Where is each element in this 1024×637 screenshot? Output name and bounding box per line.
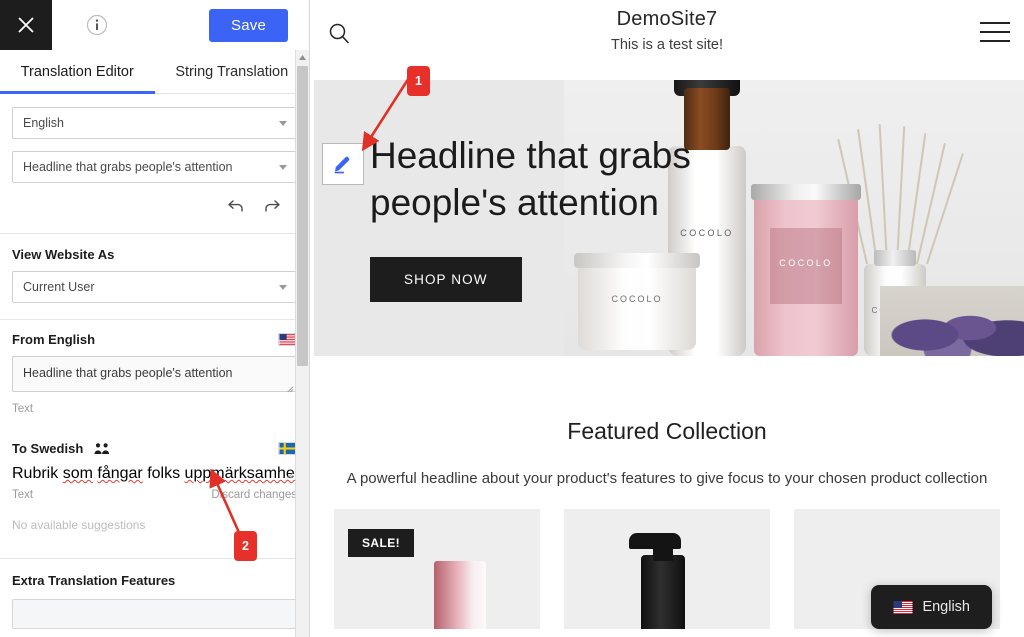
site-branding: DemoSite7 This is a test site! xyxy=(310,0,1024,53)
discard-changes-button[interactable]: Discard changes xyxy=(211,489,297,501)
shop-now-button[interactable]: SHOP NOW xyxy=(370,256,522,302)
panel-tabs: Translation Editor String Translation xyxy=(0,50,309,94)
source-type-label: Text xyxy=(12,403,34,415)
scrollbar-thumb[interactable] xyxy=(297,66,308,366)
featured-subtitle: A powerful headline about your product's… xyxy=(346,470,988,487)
people-icon xyxy=(94,442,110,454)
translation-panel: Save Translation Editor String Translati… xyxy=(0,0,310,637)
product-card[interactable]: SALE! xyxy=(334,509,540,629)
view-website-as-value: Current User xyxy=(23,280,95,294)
source-language-section: From English Headline that grabs people'… xyxy=(0,320,309,427)
us-flag-icon xyxy=(893,600,913,614)
target-text-input[interactable]: Rubrik som fångar folks uppmärksamhet xyxy=(12,465,300,483)
featured-title: Featured Collection xyxy=(567,418,767,444)
target-word-misspelled: som xyxy=(62,465,93,482)
search-icon[interactable] xyxy=(328,22,350,49)
panel-scrollbar[interactable] xyxy=(295,50,309,637)
target-language-section: To Swedish Rubrik som fångar folks uppmä… xyxy=(0,427,309,558)
extra-features-title: Extra Translation Features xyxy=(12,573,176,588)
site-title: DemoSite7 xyxy=(616,8,718,30)
site-header: DemoSite7 This is a test site! xyxy=(310,0,1024,72)
language-select[interactable]: English xyxy=(12,107,297,139)
target-word-misspelled: uppmärksamhet xyxy=(184,465,300,482)
source-header: From English xyxy=(12,332,297,347)
string-select[interactable]: Headline that grabs people's attention xyxy=(12,151,297,183)
chevron-down-icon xyxy=(279,165,287,170)
tab-translation-editor-label: Translation Editor xyxy=(20,63,134,80)
sale-badge: SALE! xyxy=(348,529,414,557)
source-text-input[interactable]: Headline that grabs people's attention xyxy=(12,356,297,392)
hero-headline: Headline that grabs people's attention xyxy=(370,135,691,224)
no-suggestions-label: No available suggestions xyxy=(12,518,146,532)
target-word-misspelled: fångar xyxy=(97,465,143,482)
target-type-label: Text xyxy=(12,489,34,501)
reed-sticks-decor xyxy=(837,124,964,265)
info-icon[interactable] xyxy=(84,12,110,38)
target-textarea-wrap: Rubrik som fångar folks uppmärksamhet xyxy=(12,465,300,483)
tab-string-translation-label: String Translation xyxy=(175,63,289,80)
target-word: folks xyxy=(142,465,185,482)
tab-translation-editor[interactable]: Translation Editor xyxy=(0,50,155,94)
undo-icon[interactable] xyxy=(225,195,247,217)
language-switcher-label: English xyxy=(922,599,970,615)
hero-copy: Headline that grabs people's attention S… xyxy=(370,132,800,302)
tab-string-translation[interactable]: String Translation xyxy=(155,50,310,93)
source-meta: Text xyxy=(12,403,297,415)
hero-banner: COCOLO COCOLO COCOLO COCOLO xyxy=(314,80,1024,356)
view-website-as-select[interactable]: Current User xyxy=(12,271,297,303)
target-word: Rubrik xyxy=(12,465,63,482)
string-select-value: Headline that grabs people's attention xyxy=(23,160,233,174)
chevron-down-icon xyxy=(279,285,287,290)
chevron-down-icon xyxy=(279,121,287,126)
extra-features-section: Extra Translation Features xyxy=(0,559,309,637)
pencil-edit-icon[interactable] xyxy=(322,143,364,185)
target-meta: Text Discard changes xyxy=(12,489,297,501)
annotation-badge-2: 2 xyxy=(234,531,257,561)
language-switcher[interactable]: English xyxy=(871,585,992,629)
selectors-section: English Headline that grabs people's att… xyxy=(0,94,309,233)
screen-root: Save Translation Editor String Translati… xyxy=(0,0,1024,637)
language-select-value: English xyxy=(23,116,64,130)
save-button[interactable]: Save xyxy=(209,9,288,42)
redo-icon[interactable] xyxy=(261,195,283,217)
history-controls xyxy=(12,195,297,221)
close-icon[interactable] xyxy=(0,0,52,50)
panel-toolbar: Save xyxy=(0,0,309,50)
source-textarea-wrap: Headline that grabs people's attention xyxy=(12,356,297,397)
product-thumbnail xyxy=(434,561,486,629)
site-tagline: This is a test site! xyxy=(610,37,723,53)
annotation-badge-1: 1 xyxy=(407,66,430,96)
view-website-as-title: View Website As xyxy=(12,247,115,262)
to-swedish-label: To Swedish xyxy=(12,441,84,456)
view-website-as-section: View Website As Current User xyxy=(0,234,309,319)
target-header: To Swedish xyxy=(12,441,297,456)
from-english-label: From English xyxy=(12,332,96,347)
extra-features-field[interactable] xyxy=(12,599,297,629)
product-thumbnail xyxy=(629,533,685,629)
scroll-up-icon[interactable] xyxy=(296,50,309,64)
hamburger-menu-icon[interactable] xyxy=(980,22,1010,42)
product-card[interactable] xyxy=(564,509,770,629)
lavender-decor xyxy=(880,286,1024,356)
